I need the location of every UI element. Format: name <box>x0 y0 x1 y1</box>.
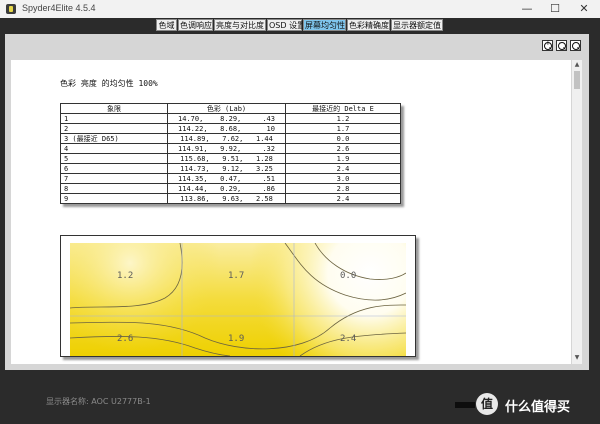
app-logo-icon <box>6 4 16 14</box>
title-bar: Spyder4Elite 4.5.4 — ☐ ✕ <box>0 0 600 19</box>
tab-bar: 色域 色调响应 亮度与对比度 OSD 设置 屏幕均匀性 色彩精确度 显示器额定值 <box>0 18 600 32</box>
quadrant-cell: 3 (最接近 D65) <box>60 133 168 144</box>
lab-value-cell: 114.73, 9.12, 3.25 <box>167 163 286 174</box>
close-button[interactable]: ✕ <box>570 0 598 18</box>
lab-value-cell: 14.70, 8.29, .43 <box>167 113 286 124</box>
tab-gamut[interactable]: 色域 <box>156 19 177 31</box>
lab-value-cell: 114.91, 9.92, .32 <box>167 143 286 154</box>
zoom-in-icon[interactable]: + <box>542 39 553 51</box>
tab-screen-uniformity[interactable]: 屏幕均匀性 <box>303 19 346 31</box>
table-header-row: 象限 色彩 (Lab) 最接近的 Delta E <box>60 103 401 114</box>
uniformity-heatmap-panel: 1.2 1.7 0.0 2.6 1.9 2.4 <box>60 235 416 357</box>
tab-brightness-contrast[interactable]: 亮度与对比度 <box>214 19 266 31</box>
delta-e-cell: 1.2 <box>285 113 401 124</box>
quadrant-cell: 4 <box>60 143 168 154</box>
quadrant-cell: 8 <box>60 183 168 194</box>
quadrant-6-value: 2.4 <box>340 334 356 344</box>
quadrant-cell: 1 <box>60 113 168 124</box>
scroll-up-icon[interactable]: ▲ <box>573 61 581 69</box>
lab-value-cell: 113.86, 9.63, 2.58 <box>167 193 286 204</box>
delta-e-cell: 2.6 <box>285 143 401 154</box>
tab-tone-response[interactable]: 色调响应 <box>178 19 213 31</box>
zoom-fit-icon[interactable] <box>570 40 581 51</box>
delta-e-cell: 2.4 <box>285 163 401 174</box>
tab-color-accuracy[interactable]: 色彩精确度 <box>347 19 390 31</box>
report-page: 色彩 亮度 的均匀性 100% 象限 色彩 (Lab) 最接近的 Delta E… <box>11 60 571 364</box>
window-title: Spyder4Elite 4.5.4 <box>22 3 96 13</box>
uniformity-heatmap: 1.2 1.7 0.0 2.6 1.9 2.4 <box>70 243 406 356</box>
table-row: 1 14.70, 8.29, .43 1.2 <box>60 113 401 124</box>
table-row: 9 113.86, 9.63, 2.58 2.4 <box>60 193 401 204</box>
table-row: 5 115.68, 9.51, 1.28 1.9 <box>60 153 401 164</box>
footer: 显示器名称: AOC U2777B-1 值 什么值得买 <box>0 372 600 424</box>
delta-e-cell: 0.0 <box>285 133 401 144</box>
quadrant-cell: 2 <box>60 123 168 134</box>
delta-e-cell: 2.8 <box>285 183 401 194</box>
column-header-quadrant: 象限 <box>60 103 168 114</box>
quadrant-4-value: 2.6 <box>117 334 133 344</box>
watermark-bar <box>455 402 475 408</box>
watermark-text: 什么值得买 <box>505 400 571 415</box>
lab-value-cell: 114.35, 0.47, .51 <box>167 173 286 184</box>
delta-e-cell: 3.0 <box>285 173 401 184</box>
column-header-delta-e: 最接近的 Delta E <box>285 103 401 114</box>
quadrant-1-value: 1.2 <box>117 271 133 281</box>
column-header-lab: 色彩 (Lab) <box>167 103 286 114</box>
tab-osd-settings[interactable]: OSD 设置 <box>267 19 305 31</box>
zoom-out-icon[interactable]: - <box>556 39 567 51</box>
table-row: 2 114.22, 8.68, 10 1.7 <box>60 123 401 134</box>
uniformity-table: 象限 色彩 (Lab) 最接近的 Delta E 1 14.70, 8.29, .… <box>60 103 401 204</box>
lab-value-cell: 114.22, 8.68, 10 <box>167 123 286 134</box>
tab-display-rating[interactable]: 显示器额定值 <box>391 19 443 31</box>
content-frame: + - 色彩 亮度 的均匀性 100% 象限 色彩 (Lab) 最接近的 Del… <box>5 34 589 370</box>
quadrant-3-value: 0.0 <box>340 271 356 281</box>
report-title: 色彩 亮度 的均匀性 100% <box>60 79 158 88</box>
vertical-scrollbar[interactable]: ▲ ▼ <box>572 60 582 364</box>
delta-e-cell: 1.9 <box>285 153 401 164</box>
quadrant-cell: 9 <box>60 193 168 204</box>
delta-e-cell: 2.4 <box>285 193 401 204</box>
table-row: 3 (最接近 D65) 114.89, 7.62, 1.44 0.0 <box>60 133 401 144</box>
lab-value-cell: 115.68, 9.51, 1.28 <box>167 153 286 164</box>
quadrant-5-value: 1.9 <box>228 334 244 344</box>
watermark-logo-icon: 值 <box>476 393 498 415</box>
table-row: 8 114.44, 0.29, .86 2.8 <box>60 183 401 194</box>
quadrant-cell: 5 <box>60 153 168 164</box>
quadrant-cell: 7 <box>60 173 168 184</box>
table-row: 4 114.91, 9.92, .32 2.6 <box>60 143 401 154</box>
delta-e-cell: 1.7 <box>285 123 401 134</box>
lab-value-cell: 114.44, 0.29, .86 <box>167 183 286 194</box>
lab-value-cell: 114.89, 7.62, 1.44 <box>167 133 286 144</box>
quadrant-2-value: 1.7 <box>228 271 244 281</box>
minimize-button[interactable]: — <box>513 0 541 18</box>
maximize-button[interactable]: ☐ <box>541 0 569 18</box>
scrollbar-thumb[interactable] <box>574 71 580 89</box>
quadrant-cell: 6 <box>60 163 168 174</box>
table-row: 6 114.73, 9.12, 3.25 2.4 <box>60 163 401 174</box>
display-name-label: 显示器名称: AOC U2777B-1 <box>46 397 151 406</box>
scroll-down-icon[interactable]: ▼ <box>573 354 581 362</box>
table-row: 7 114.35, 0.47, .51 3.0 <box>60 173 401 184</box>
